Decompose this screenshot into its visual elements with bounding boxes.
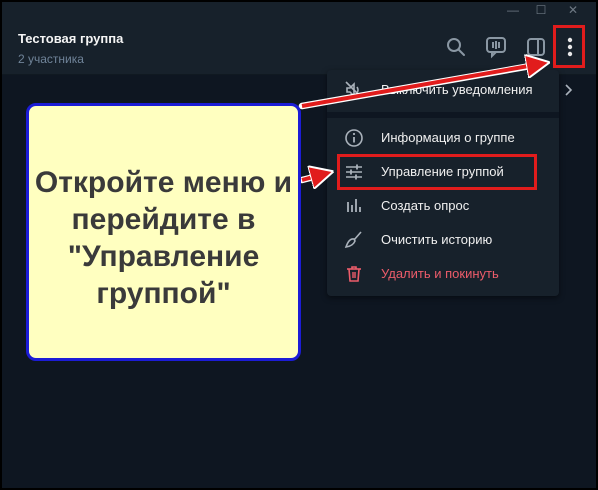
app-window: — ☐ ✕ Тестовая группа 2 участника Выключ… [2,2,596,488]
instruction-callout: Откройте меню и перейдите в "Управление … [26,103,301,361]
callout-text: Откройте меню и перейдите в "Управление … [34,166,293,310]
arrow-to-more-menu [301,64,540,108]
